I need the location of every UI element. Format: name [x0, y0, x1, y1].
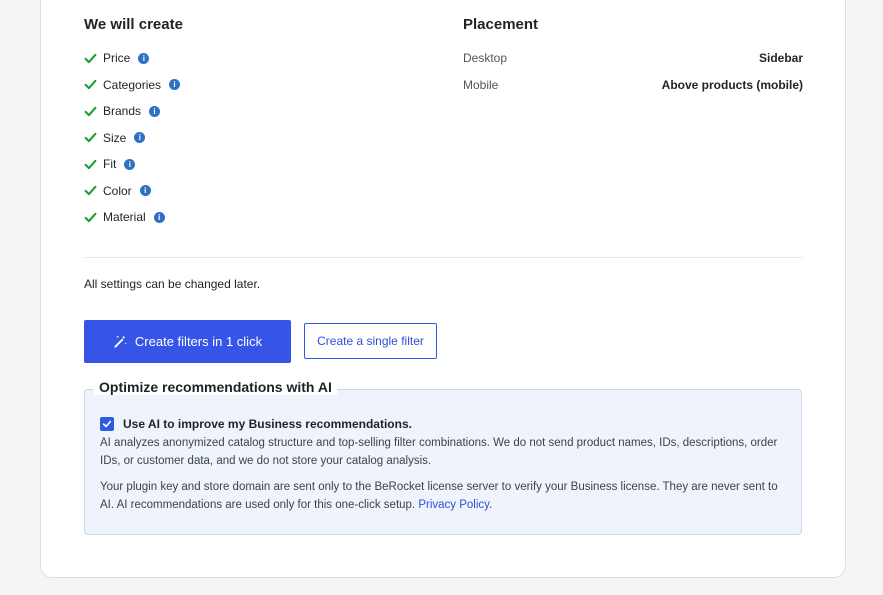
magic-wand-icon [114, 335, 127, 348]
check-icon [84, 212, 97, 222]
placement-value: Above products (mobile) [661, 77, 803, 92]
create-section: We will create Price i Categories i Bran… [84, 15, 424, 231]
feature-label: Fit [103, 157, 117, 172]
feature-label: Categories [103, 77, 162, 92]
info-icon[interactable]: i [134, 132, 146, 144]
feature-item-material: Material i [84, 204, 424, 231]
ai-section-title: Optimize recommendations with AI [94, 379, 337, 395]
check-icon [84, 80, 97, 90]
info-icon[interactable]: i [153, 211, 165, 223]
settings-note: All settings can be changed later. [84, 277, 261, 291]
check-icon [84, 53, 97, 63]
ai-privacy-trailing: . [489, 499, 493, 511]
create-title: We will create [84, 16, 183, 33]
feature-item-price: Price i [84, 45, 424, 72]
divider [84, 257, 802, 258]
feature-item-brands: Brands i [84, 98, 424, 125]
info-icon[interactable]: i [124, 158, 136, 170]
check-icon [84, 133, 97, 143]
create-filters-button[interactable]: Create filters in 1 click [84, 320, 291, 363]
check-icon [84, 106, 97, 116]
placement-key: Mobile [463, 77, 499, 92]
feature-item-fit: Fit i [84, 151, 424, 178]
feature-item-categories: Categories i [84, 72, 424, 99]
info-icon[interactable]: i [169, 79, 181, 91]
feature-item-color: Color i [84, 178, 424, 205]
ai-privacy-note: Your plugin key and store domain are sen… [100, 478, 790, 514]
placement-row-desktop: Desktop Sidebar [463, 45, 803, 72]
info-icon[interactable]: i [138, 52, 150, 64]
info-icon[interactable]: i [149, 105, 161, 117]
feature-label: Color [103, 183, 132, 198]
check-icon [84, 159, 97, 169]
feature-label: Material [103, 210, 146, 225]
feature-item-size: Size i [84, 125, 424, 152]
create-filters-label: Create filters in 1 click [134, 334, 263, 349]
ai-options-box: Use AI to improve my Business recommenda… [84, 389, 802, 535]
feature-label: Brands [103, 104, 142, 119]
ai-description: AI analyzes anonymized catalog structure… [100, 437, 778, 467]
ai-checkbox-label[interactable]: Use AI to improve my Business recommenda… [123, 417, 412, 431]
placement-section: Placement Desktop Sidebar Mobile Above p… [463, 15, 803, 98]
placement-value: Sidebar [758, 51, 803, 66]
feature-label: Size [103, 130, 127, 145]
checkmark-icon [102, 420, 112, 428]
privacy-policy-link[interactable]: Privacy Policy [418, 499, 489, 511]
feature-label: Price [103, 51, 131, 66]
feature-list: Price i Categories i Brands i Size i Fit [84, 45, 424, 231]
create-single-filter-button[interactable]: Create a single filter [304, 323, 437, 359]
ai-checkbox-row[interactable]: Use AI to improve my Business recommenda… [100, 417, 412, 431]
info-icon[interactable]: i [139, 185, 151, 197]
placement-key: Desktop [463, 51, 508, 66]
placement-title: Placement [463, 16, 539, 33]
setup-card: We will create Price i Categories i Bran… [40, 0, 846, 578]
placement-row-mobile: Mobile Above products (mobile) [463, 72, 803, 99]
ai-checkbox[interactable] [100, 417, 114, 431]
check-icon [84, 186, 97, 196]
